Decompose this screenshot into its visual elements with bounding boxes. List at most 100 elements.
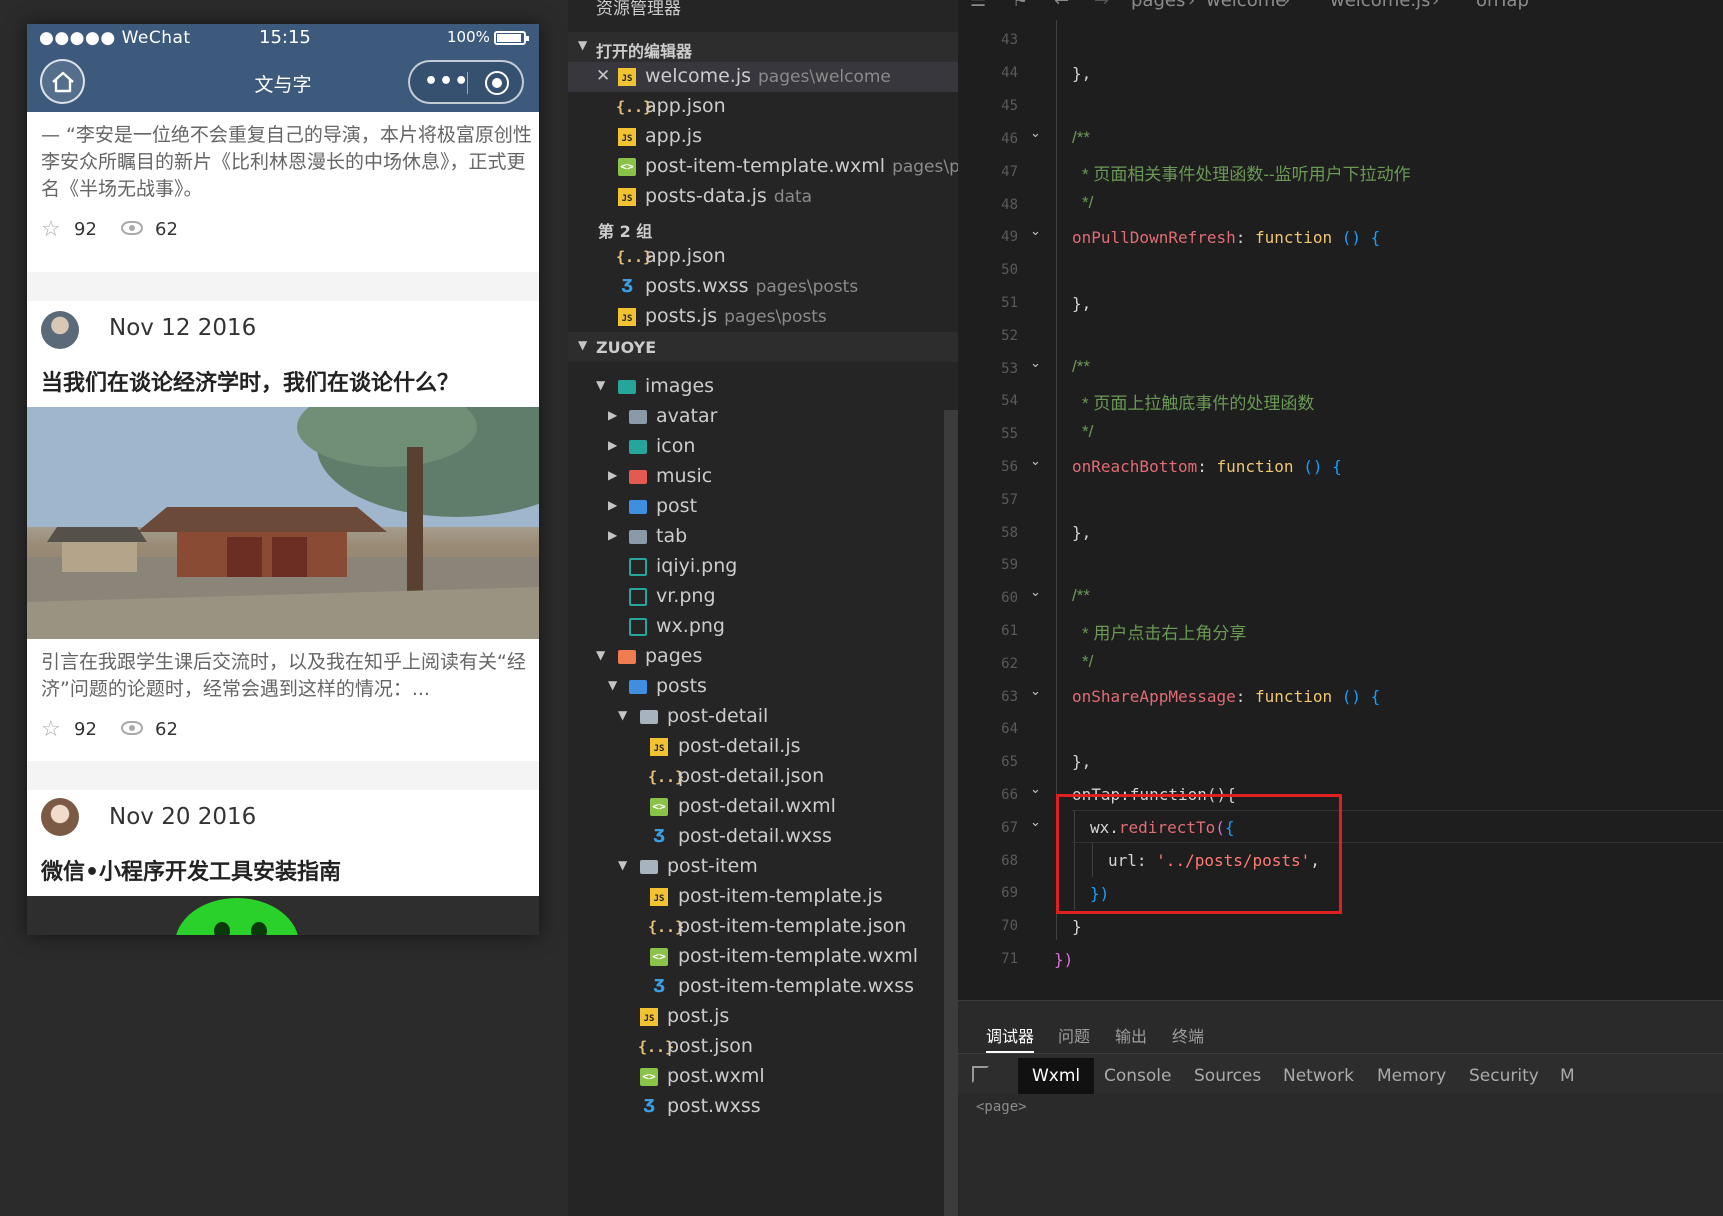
breadcrumb-item[interactable]: welcome.js xyxy=(1330,0,1430,11)
back-arrow-icon[interactable]: ← xyxy=(1054,0,1069,11)
fold-chevron-icon[interactable]: ⌄ xyxy=(1030,815,1041,830)
tree-file[interactable]: {..} post.json xyxy=(568,1032,958,1062)
json-file-icon: {..} xyxy=(648,918,685,936)
tree-folder[interactable]: ▼ posts xyxy=(568,672,958,702)
tree-label: post-item-template.wxml xyxy=(678,945,919,967)
fold-chevron-icon[interactable]: ⌄ xyxy=(1030,585,1041,600)
devtools-toolbar: Wxml Console Sources Network Memory Secu… xyxy=(958,1053,1723,1094)
post-cover-illustration xyxy=(27,377,539,639)
clock: 15:15 xyxy=(259,27,311,48)
tab-sources[interactable]: Sources xyxy=(1194,1066,1261,1086)
tree-folder[interactable]: ▶ avatar xyxy=(568,402,958,432)
tree-file[interactable]: vr.png xyxy=(568,582,958,612)
view-count: 62 xyxy=(155,219,178,240)
tree-file[interactable]: Ʒpost.wxss xyxy=(568,1092,958,1122)
tree-file[interactable]: <> post-detail.wxml xyxy=(568,792,958,822)
tab-more[interactable]: M xyxy=(1560,1066,1575,1086)
post-excerpt: — “李安是一位绝不会重复自己的导演，本片将极富原创性李安众所瞩目的新片《比利林… xyxy=(41,124,532,200)
tree-file[interactable]: JS post.js xyxy=(568,1002,958,1032)
fold-chevron-icon[interactable]: ⌄ xyxy=(1030,684,1041,699)
tab-debugger[interactable]: 调试器 xyxy=(986,1023,1035,1053)
wxml-tree[interactable]: <page> xyxy=(976,1099,1027,1115)
tab-memory[interactable]: Memory xyxy=(1377,1066,1446,1086)
tree-file[interactable]: wx.png xyxy=(568,612,958,642)
wechat-logo-icon xyxy=(176,898,298,935)
tab-console[interactable]: Console xyxy=(1104,1066,1172,1086)
fold-chevron-icon[interactable]: ⌄ xyxy=(1030,454,1041,469)
annotation-highlight-box xyxy=(1056,794,1342,914)
inspect-element-icon[interactable] xyxy=(972,1066,989,1083)
tree-file[interactable]: {..} post-item-template.json xyxy=(568,912,958,942)
open-editor-item[interactable]: JS app.js xyxy=(568,122,958,152)
menu-icon[interactable]: ☰ xyxy=(970,0,986,11)
tree-folder[interactable]: ▶ post xyxy=(568,492,958,522)
js-file-icon: JS xyxy=(618,188,636,206)
open-editor-item[interactable]: JS posts.js pages\posts xyxy=(568,302,958,332)
tab-security[interactable]: Security xyxy=(1469,1066,1539,1086)
line-number: 46 xyxy=(1001,131,1018,147)
more-icon[interactable]: ••• xyxy=(424,69,469,94)
open-editor-item[interactable]: <> post-item-template.wxml pages\po... xyxy=(568,152,986,182)
close-icon[interactable]: ✕ xyxy=(596,66,610,86)
tree-folder[interactable]: ▼ images xyxy=(568,372,958,402)
close-mini-program-icon[interactable] xyxy=(485,71,509,95)
code-comment: /** xyxy=(1072,357,1090,376)
post-card[interactable]: Nov 12 2016 当我们在谈论经济学时，我们在谈论什么？ 引言在我跟学生课… xyxy=(27,301,539,761)
tree-file[interactable]: <> post.wxml xyxy=(568,1062,958,1092)
tree-folder[interactable]: ▼ post-detail xyxy=(568,702,958,732)
tree-folder[interactable]: ▶ tab xyxy=(568,522,958,552)
tab-terminal[interactable]: 终端 xyxy=(1172,1023,1204,1047)
tab-output[interactable]: 输出 xyxy=(1115,1023,1147,1047)
tree-file[interactable]: Ʒpost-item-template.wxss xyxy=(568,972,958,1002)
open-editor-item[interactable]: ✕ JS welcome.js pages\welcome xyxy=(568,62,958,92)
post-card[interactable]: Nov 20 2016 微信•小程序开发工具安装指南 xyxy=(27,790,539,935)
tab-problems[interactable]: 问题 xyxy=(1058,1023,1090,1047)
like-count: 92 xyxy=(74,719,97,740)
tab-wxml[interactable]: Wxml xyxy=(1018,1058,1095,1094)
keyword: function xyxy=(1216,457,1294,476)
fold-chevron-icon[interactable]: ⌄ xyxy=(1030,126,1041,141)
tree-folder[interactable]: ▶ music xyxy=(568,462,958,492)
tree-folder[interactable]: ▼ post-item xyxy=(568,852,958,882)
open-editors-header[interactable]: ▼ 打开的编辑器 xyxy=(568,32,958,62)
post-title: 当我们在谈论经济学时，我们在谈论什么？ xyxy=(41,371,460,396)
tree-folder[interactable]: ▼ pages xyxy=(568,642,958,672)
post-card[interactable]: — “李安是一位绝不会重复自己的导演，本片将极富原创性李安众所瞩目的新片《比利林… xyxy=(27,112,539,272)
tree-file[interactable]: Ʒpost-detail.wxss xyxy=(568,822,958,852)
open-editor-item[interactable]: Ʒ posts.wxss pages\posts xyxy=(568,272,958,302)
capsule-menu[interactable]: ••• xyxy=(408,60,524,104)
breadcrumb-item[interactable]: pages xyxy=(1131,0,1185,11)
fold-chevron-icon[interactable]: ⌄ xyxy=(1030,782,1041,797)
breadcrumb-item[interactable]: welcome xyxy=(1206,0,1286,11)
fold-chevron-icon[interactable]: ⌄ xyxy=(1030,224,1041,239)
line-number: 54 xyxy=(1001,393,1018,409)
star-icon[interactable]: ☆ xyxy=(41,717,61,742)
tree-file[interactable]: JS post-item-template.js xyxy=(568,882,958,912)
tab-network[interactable]: Network xyxy=(1283,1066,1354,1086)
capsule-divider xyxy=(467,72,468,94)
code-comment: */ xyxy=(1082,652,1094,671)
explorer-scrollbar[interactable] xyxy=(944,410,958,1216)
star-icon[interactable]: ☆ xyxy=(41,217,61,242)
line-number: 68 xyxy=(1001,853,1018,869)
line-number: 58 xyxy=(1001,525,1018,541)
tree-file[interactable]: JS post-detail.js xyxy=(568,732,958,762)
wxml-file-icon: <> xyxy=(650,948,668,966)
forward-arrow-icon[interactable]: → xyxy=(1094,0,1109,11)
open-editor-item[interactable]: {..} app.json xyxy=(568,92,958,122)
tree-file[interactable]: iqiyi.png xyxy=(568,552,958,582)
open-editor-item[interactable]: {..} app.json xyxy=(568,242,958,272)
fold-chevron-icon[interactable]: ⌄ xyxy=(1030,356,1041,371)
file-name: app.json xyxy=(645,95,726,117)
bookmark-icon[interactable]: ⚑ xyxy=(1012,0,1028,11)
project-header[interactable]: ▼ ZUOYE xyxy=(568,332,958,362)
author-avatar xyxy=(41,311,79,349)
chevron-down-icon: ▼ xyxy=(578,338,588,352)
open-editor-item[interactable]: JS posts-data.js data xyxy=(568,182,958,212)
tree-file[interactable]: <> post-item-template.wxml xyxy=(568,942,958,972)
tree-folder[interactable]: ▶ icon xyxy=(568,432,958,462)
tree-file[interactable]: {..} post-detail.json xyxy=(568,762,958,792)
folder-icon xyxy=(629,440,647,454)
breadcrumb-item[interactable]: onTap xyxy=(1476,0,1529,11)
chevron-down-icon: ▼ xyxy=(596,378,606,392)
